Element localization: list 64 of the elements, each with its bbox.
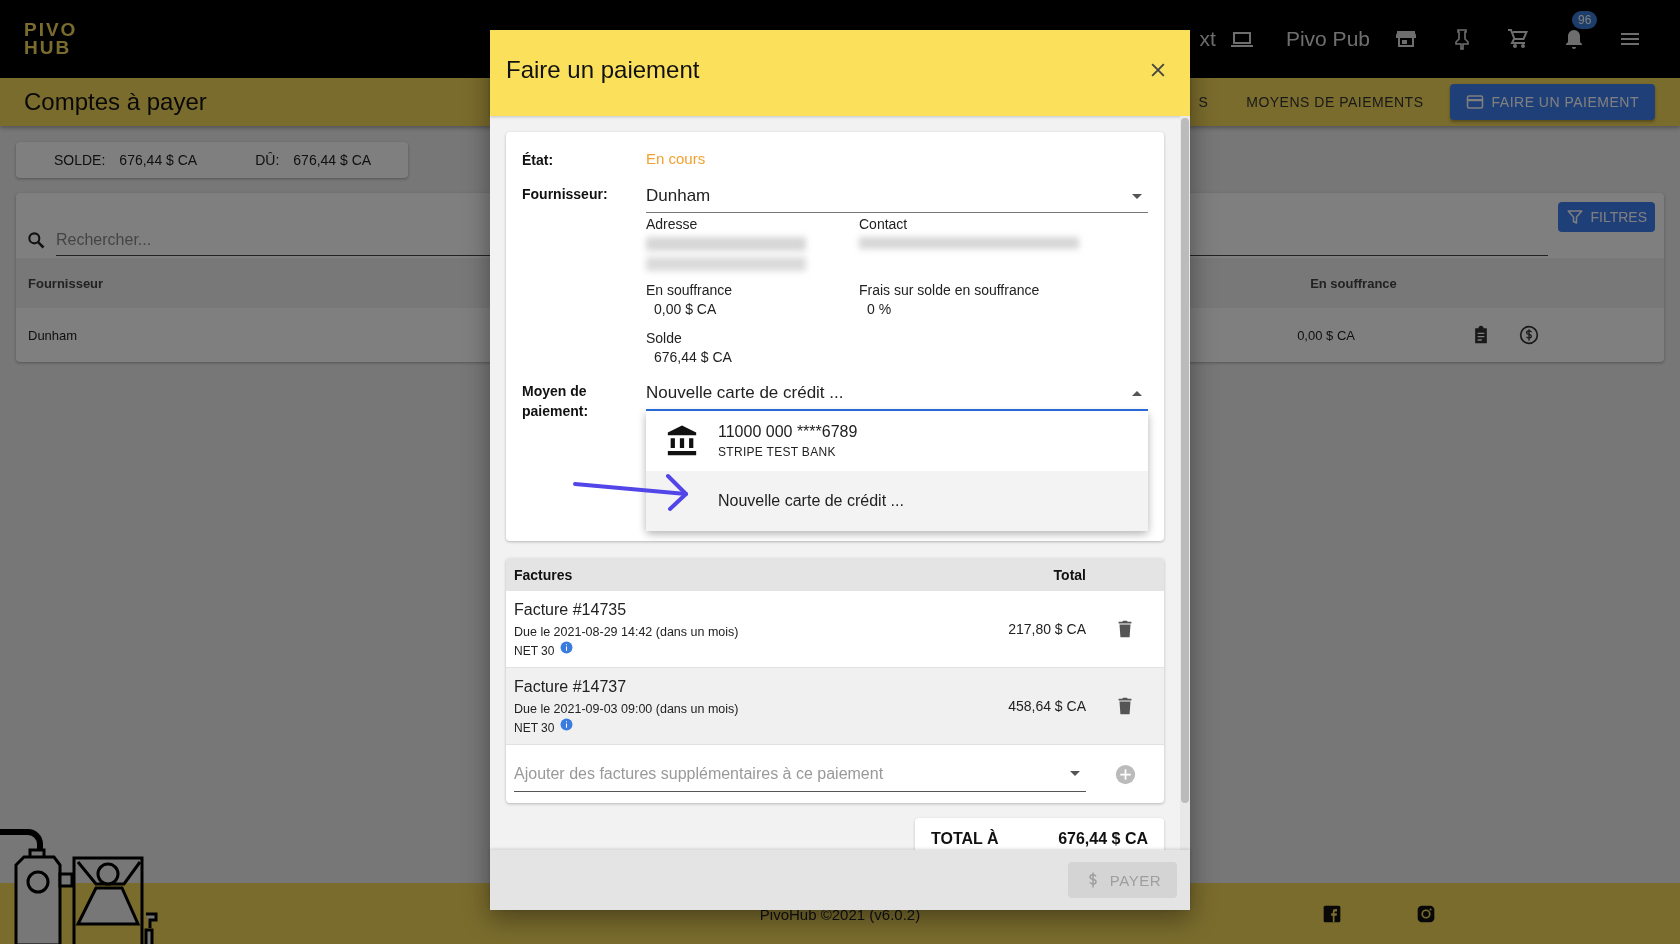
info-label: Contact — [859, 215, 909, 233]
field-label: Fournisseur: — [522, 185, 609, 204]
account-name[interactable]: Pivo Pub — [1285, 27, 1370, 51]
copyright-text: PivoHub ©2021 (v6.0.2) — [759, 905, 921, 923]
info-value: 676,44 $ CA — [653, 348, 733, 367]
tab[interactable]: MOYENS DE PAIEMENTS — [1234, 86, 1436, 118]
credit-card-icon — [1465, 93, 1484, 111]
cart-icon[interactable] — [1506, 27, 1530, 51]
due-date: Due le 2021-09-03 09:00 (dans un mois) — [514, 701, 740, 716]
total-amount: 676,44 $ CA — [1058, 830, 1148, 849]
supplier-select[interactable]: Dunham — [646, 180, 1148, 213]
option-title: 11000 000 ****6789 — [718, 423, 858, 441]
invoice-total: 217,80 $ CA — [1008, 621, 1086, 637]
logo[interactable]: PIVO HUB — [24, 21, 78, 57]
info-label: Solde — [646, 329, 683, 347]
invoice-total: 458,64 $ CA — [1008, 698, 1086, 714]
scrollbar[interactable] — [1180, 116, 1190, 850]
dollar-circle-icon[interactable] — [1518, 325, 1539, 345]
make-payment-button[interactable]: FAIRE UN PAIEMENT — [1449, 84, 1655, 120]
facebook-icon[interactable] — [1322, 903, 1343, 924]
caret-icon — [1132, 390, 1142, 396]
info-value: 0 % — [866, 300, 893, 319]
payment-terms: NET 30 — [514, 643, 555, 658]
due-date: Due le 2021-08-29 14:42 (dans un mois) — [514, 624, 740, 639]
balance-value: 676,44 $ CA — [119, 152, 198, 168]
menu-item[interactable]: 11000 000 ****6789 STRIPE TEST BANK — [646, 411, 1148, 471]
funnel-icon — [1566, 208, 1585, 226]
caret-icon — [1070, 771, 1080, 776]
column-header: Factures — [514, 566, 574, 583]
info-value: 0,00 $ CA — [653, 300, 718, 319]
column-header: Fournisseur — [28, 275, 104, 291]
option-title: Nouvelle carte de crédit ... — [718, 492, 904, 510]
table-cell: Dunham — [28, 327, 78, 343]
info-label: Adresse — [646, 215, 699, 233]
invoice-title: Facture #14735 — [514, 600, 628, 619]
field-label: État: — [522, 151, 555, 170]
status-text: En cours — [646, 149, 706, 169]
instagram-icon[interactable] — [1416, 903, 1437, 924]
table-cell: 0,00 $ CA — [1297, 327, 1355, 343]
info-icon[interactable] — [560, 717, 574, 731]
info-label: Frais sur solde en souffrance — [859, 281, 1041, 299]
menu-item[interactable]: Nouvelle carte de crédit ... — [646, 471, 1148, 531]
field-label: Moyen de paiement: — [522, 382, 590, 421]
balance-label: DÛ: — [255, 152, 280, 168]
page-title: Comptes à payer — [24, 88, 207, 116]
total-label: TOTAL À — [931, 830, 999, 849]
balance-label: SOLDE: — [54, 152, 106, 168]
tab[interactable]: S — [1186, 86, 1221, 118]
notification-count: 96 — [1572, 11, 1598, 29]
balance-value: 676,44 $ CA — [293, 152, 372, 168]
column-header: En souffrance — [1310, 275, 1397, 291]
menu-label[interactable]: xt — [1199, 27, 1216, 51]
caret-icon — [1132, 193, 1142, 199]
invoice-title: Facture #14737 — [514, 677, 628, 696]
dialog-title: Faire un paiement — [506, 56, 700, 84]
bank-icon — [665, 424, 699, 458]
add-invoice-select[interactable]: Ajouter des factures supplémentaires à ce paiement — [514, 756, 1086, 792]
column-header: Total — [1053, 566, 1086, 583]
info-label: En souffrance — [646, 281, 734, 299]
option-subtitle: STRIPE TEST BANK — [718, 445, 837, 459]
payment-terms: NET 30 — [514, 720, 555, 735]
filters-button[interactable]: FILTRES — [1558, 202, 1655, 232]
info-icon[interactable] — [560, 640, 574, 654]
search-icon — [26, 230, 46, 250]
